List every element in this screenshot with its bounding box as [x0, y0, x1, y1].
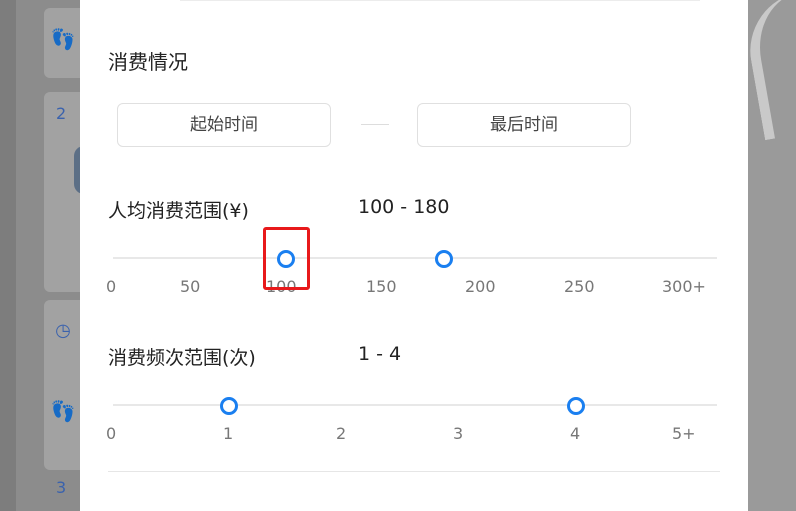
avg-spend-tick: 300+	[662, 277, 706, 296]
background-edge	[0, 0, 16, 511]
avg-spend-slider-track[interactable]	[113, 257, 717, 259]
frequency-tick: 2	[336, 424, 347, 443]
avg-spend-tick: 250	[564, 277, 595, 296]
frequency-value: 1 - 4	[358, 343, 402, 365]
frequency-tick: 3	[453, 424, 464, 443]
background-number: 2	[56, 104, 67, 123]
date-separator	[361, 124, 389, 125]
frequency-tick: 5+	[672, 424, 696, 443]
divider	[180, 0, 700, 1]
frequency-tick: 0	[106, 424, 117, 443]
frequency-tick: 4	[570, 424, 581, 443]
avg-spend-label: 人均消费范围(¥)	[108, 200, 249, 222]
frequency-slider-track[interactable]	[113, 404, 717, 406]
filter-panel: 消费情况 起始时间 最后时间 人均消费范围(¥) 100 - 180 0 50 …	[80, 0, 748, 511]
frequency-max-handle[interactable]	[567, 397, 585, 415]
end-time-button[interactable]: 最后时间	[417, 103, 631, 147]
background-number: 3	[56, 478, 67, 497]
frequency-min-handle[interactable]	[220, 397, 238, 415]
avg-spend-tick: 200	[465, 277, 496, 296]
frequency-tick: 1	[223, 424, 234, 443]
avg-spend-tick: 0	[106, 277, 117, 296]
avg-spend-max-handle[interactable]	[435, 250, 454, 268]
footprint-icon: 👣	[50, 399, 76, 423]
start-time-button[interactable]: 起始时间	[117, 103, 331, 147]
highlight-box	[263, 227, 310, 290]
avg-spend-tick: 150	[366, 277, 397, 296]
clock-icon: ◷	[55, 320, 71, 341]
divider	[108, 471, 720, 472]
footprint-icon: 👣	[50, 27, 76, 51]
avg-spend-tick: 50	[180, 277, 201, 296]
frequency-label: 消费频次范围(次)	[108, 347, 256, 369]
consumption-title: 消费情况	[108, 50, 188, 74]
avg-spend-value: 100 - 180	[358, 196, 450, 218]
